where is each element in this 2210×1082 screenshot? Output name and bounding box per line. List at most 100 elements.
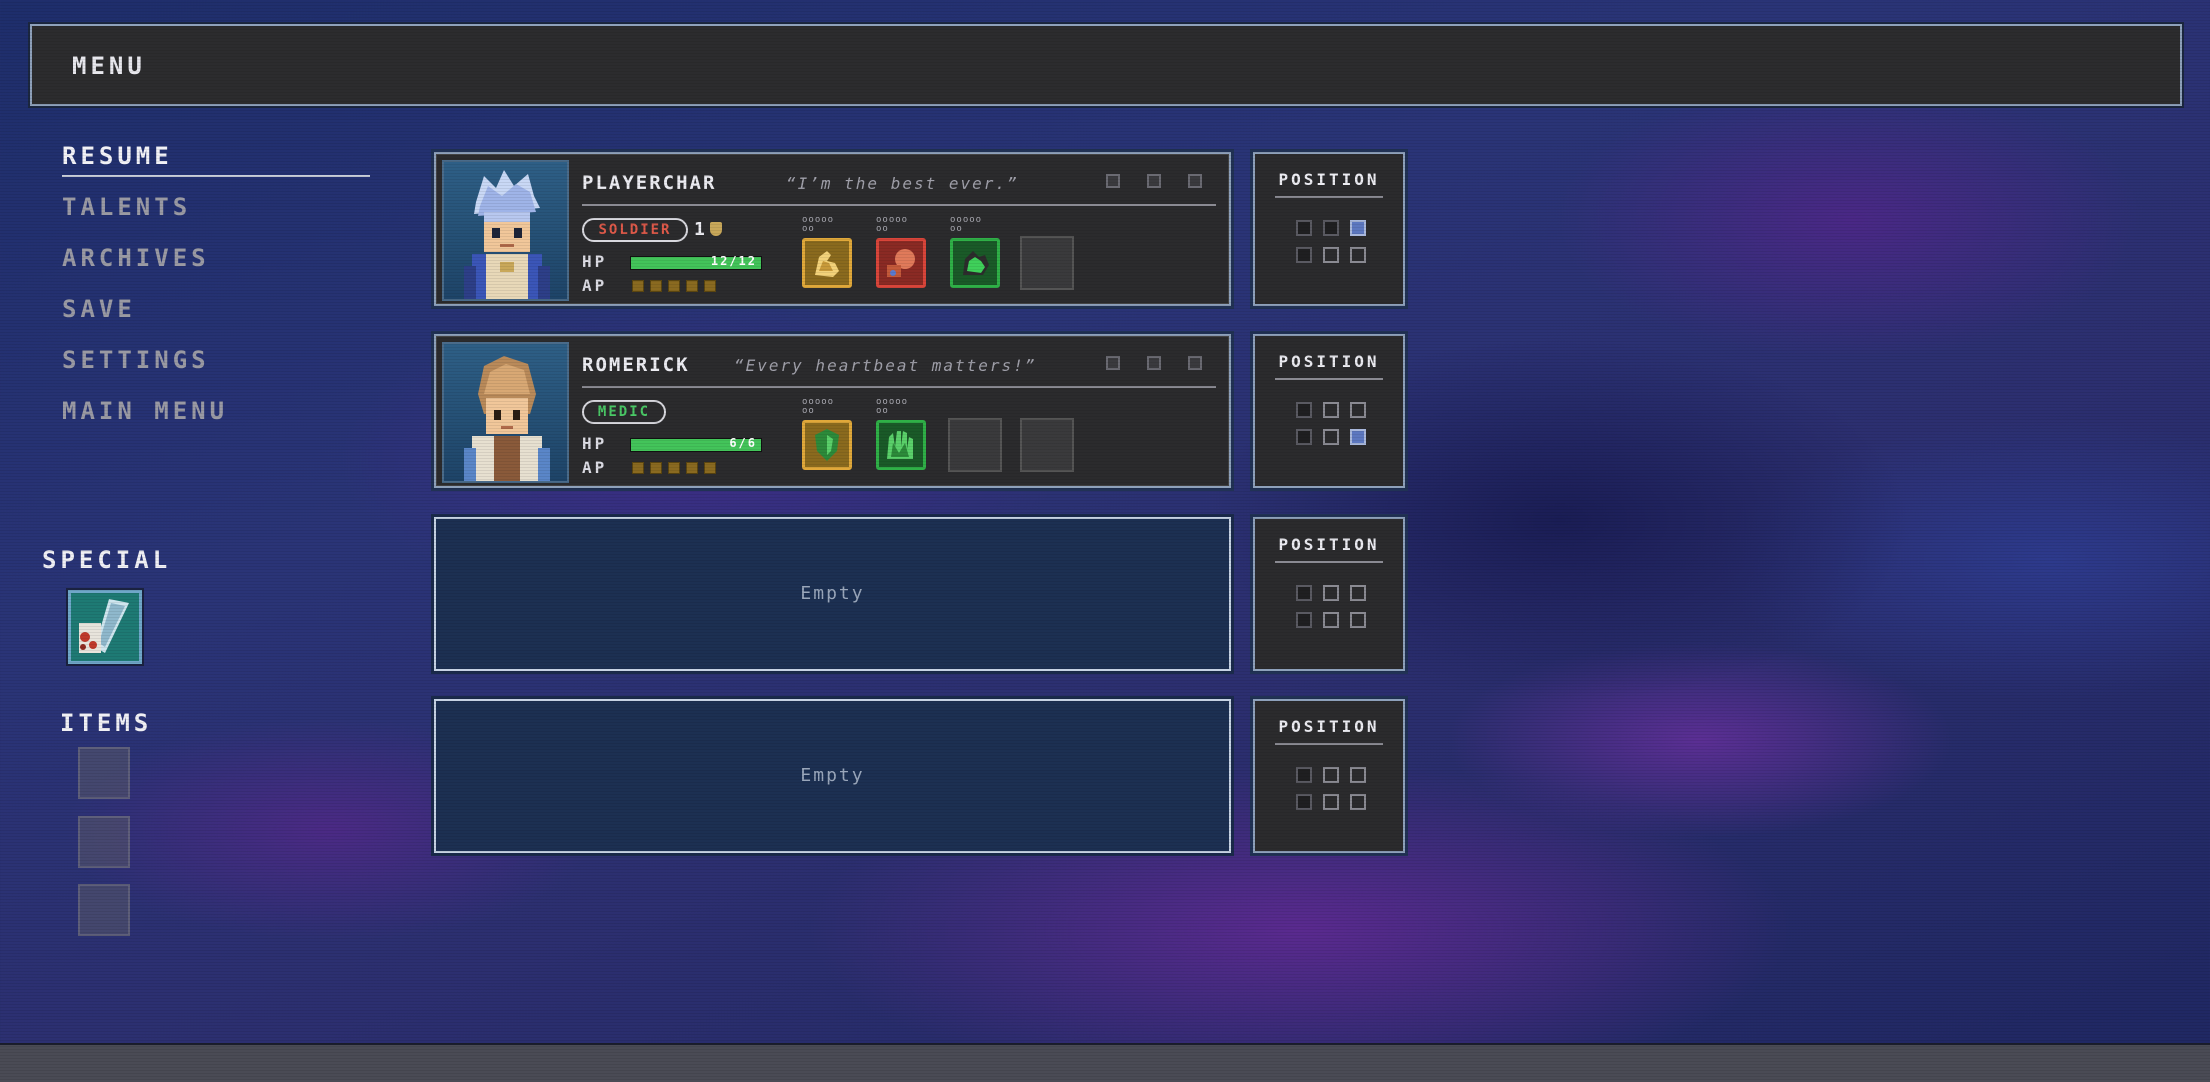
position-cell[interactable]	[1350, 794, 1366, 810]
nav-item-main-menu[interactable]: MAIN MENU	[62, 393, 372, 444]
position-card-1[interactable]: POSITION	[1253, 152, 1405, 306]
ap-pip	[650, 280, 662, 292]
position-cell[interactable]	[1323, 402, 1339, 418]
position-divider	[1275, 743, 1383, 745]
status-box-2	[1147, 174, 1161, 188]
special-slot[interactable]	[68, 590, 142, 664]
position-cell[interactable]	[1350, 402, 1366, 418]
hp-label: HP	[582, 252, 608, 271]
class-badge: MEDIC	[582, 400, 666, 424]
position-title: POSITION	[1278, 170, 1380, 189]
position-cell-selected[interactable]	[1350, 429, 1366, 445]
position-card-3[interactable]: POSITION	[1253, 517, 1405, 671]
position-cell[interactable]	[1296, 402, 1312, 418]
hp-label: HP	[582, 434, 608, 453]
position-cell[interactable]	[1296, 429, 1312, 445]
empty-slot-label: Empty	[800, 765, 865, 786]
position-cell[interactable]	[1350, 247, 1366, 263]
skill-slot-empty[interactable]	[1020, 236, 1074, 290]
flex-arm-icon	[815, 251, 839, 277]
skill-1-dots: ooooo oo	[802, 397, 835, 416]
position-cell-selected[interactable]	[1350, 220, 1366, 236]
bottom-bar	[0, 1043, 2210, 1082]
party-card-playerchar[interactable]: PLAYERCHAR “I’m the best ever.” SOLDIER …	[434, 152, 1231, 306]
nav-item-settings[interactable]: SETTINGS	[62, 342, 372, 393]
hp-bar: 6/6	[630, 436, 762, 452]
skill-slot-1[interactable]	[802, 238, 852, 288]
skill-2-dots: ooooo oo	[876, 215, 909, 234]
position-cell[interactable]	[1323, 767, 1339, 783]
position-cell[interactable]	[1323, 794, 1339, 810]
nav-item-talents[interactable]: TALENTS	[62, 189, 372, 240]
position-cell[interactable]	[1296, 767, 1312, 783]
skill-slot-1[interactable]	[802, 420, 852, 470]
muscle-arm-icon	[963, 251, 989, 275]
item-slot-1[interactable]	[78, 747, 130, 799]
character-quote: “I’m the best ever.”	[786, 174, 1019, 193]
class-badge: SOLDIER	[582, 218, 688, 242]
position-cell[interactable]	[1296, 612, 1312, 628]
skill-slot-3[interactable]	[950, 238, 1000, 288]
item-slot-2[interactable]	[78, 816, 130, 868]
position-title: POSITION	[1278, 717, 1380, 736]
portrait-playerchar	[442, 160, 569, 301]
ap-pip	[668, 462, 680, 474]
skill-slot-2[interactable]	[876, 420, 926, 470]
character-name: PLAYERCHAR	[582, 172, 717, 194]
status-box-1	[1106, 174, 1120, 188]
item-slot-3[interactable]	[78, 884, 130, 936]
green-shield-icon	[815, 429, 839, 461]
position-divider	[1275, 561, 1383, 563]
ap-pip	[632, 462, 644, 474]
position-cell[interactable]	[1323, 220, 1339, 236]
ap-pip	[650, 462, 662, 474]
character-name: ROMERICK	[582, 354, 690, 376]
position-cell[interactable]	[1296, 585, 1312, 601]
skill-3-dots: ooooo oo	[950, 215, 983, 234]
ap-pip	[704, 462, 716, 474]
position-cell[interactable]	[1296, 220, 1312, 236]
ap-pip	[668, 280, 680, 292]
empty-party-slot-2[interactable]: Empty	[434, 699, 1231, 853]
skill-slot-2[interactable]	[876, 238, 926, 288]
status-box-3	[1188, 356, 1202, 370]
card-divider	[582, 204, 1216, 206]
position-card-4[interactable]: POSITION	[1253, 699, 1405, 853]
hp-value: 12/12	[710, 254, 757, 268]
position-cell[interactable]	[1323, 585, 1339, 601]
soldier-portrait-icon	[464, 170, 550, 299]
position-cell[interactable]	[1323, 612, 1339, 628]
nav-item-archives[interactable]: ARCHIVES	[62, 240, 372, 291]
position-title: POSITION	[1278, 352, 1380, 371]
position-cell[interactable]	[1323, 429, 1339, 445]
portrait-romerick	[442, 342, 569, 483]
ap-pip	[632, 280, 644, 292]
main-nav: RESUME TALENTS ARCHIVES SAVE SETTINGS MA…	[62, 138, 372, 444]
position-cell[interactable]	[1350, 612, 1366, 628]
empty-slot-label: Empty	[800, 583, 865, 604]
skill-slot-empty[interactable]	[1020, 418, 1074, 472]
character-level: 1	[694, 219, 705, 240]
nav-item-save[interactable]: SAVE	[62, 291, 372, 342]
position-card-2[interactable]: POSITION	[1253, 334, 1405, 488]
empty-party-slot-1[interactable]: Empty	[434, 517, 1231, 671]
party-card-romerick[interactable]: ROMERICK “Every heartbeat matters!” MEDI…	[434, 334, 1231, 488]
status-box-1	[1106, 356, 1120, 370]
skill-slot-empty[interactable]	[948, 418, 1002, 472]
hp-value: 6/6	[729, 436, 757, 450]
position-cell[interactable]	[1296, 247, 1312, 263]
position-cell[interactable]	[1296, 794, 1312, 810]
position-cell[interactable]	[1350, 585, 1366, 601]
status-box-2	[1147, 356, 1161, 370]
ap-label: AP	[582, 276, 608, 295]
healing-hands-icon	[887, 431, 913, 459]
skill-2-dots: ooooo oo	[876, 397, 909, 416]
medic-portrait-icon	[464, 356, 550, 481]
position-cell[interactable]	[1350, 767, 1366, 783]
ap-pip	[686, 280, 698, 292]
position-divider	[1275, 196, 1383, 198]
nav-item-resume[interactable]: RESUME	[62, 138, 372, 189]
ap-pip	[704, 280, 716, 292]
position-cell[interactable]	[1323, 247, 1339, 263]
ap-label: AP	[582, 458, 608, 477]
